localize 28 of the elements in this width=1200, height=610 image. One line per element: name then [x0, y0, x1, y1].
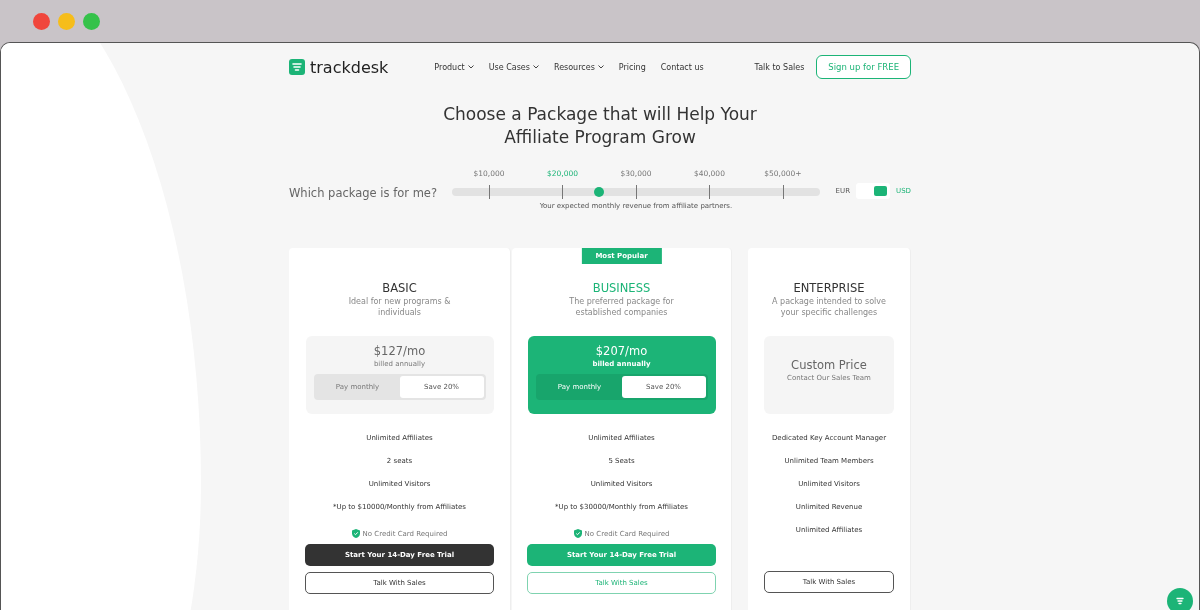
- nav-link[interactable]: Contact us: [660, 62, 704, 72]
- plan-name: ENTERPRISE: [793, 281, 865, 295]
- plan-subtitle: The preferred package for established companies: [568, 296, 675, 318]
- filter-icon: [1176, 597, 1184, 605]
- filter-button[interactable]: [1167, 588, 1193, 610]
- window-maximize-button[interactable]: [83, 12, 100, 30]
- page-title: Choose a Package that will Help Your Affiliate Program Grow: [442, 103, 758, 149]
- slider-thumb[interactable]: [594, 187, 605, 197]
- nav-link[interactable]: Product: [434, 62, 474, 72]
- package-question: Which package is for me?: [289, 186, 439, 200]
- plan-price: $207/mo: [595, 344, 648, 358]
- window-close-button[interactable]: [33, 12, 50, 30]
- plan-name: BUSINESS: [592, 281, 651, 295]
- plan-subtitle: A package intended to solve your specific challenges: [771, 296, 887, 318]
- plan-name: BASIC: [382, 281, 417, 295]
- nav-link[interactable]: Resources: [553, 62, 604, 72]
- logo-icon: [289, 59, 305, 75]
- plan-price: Custom Price: [791, 358, 867, 372]
- shield-check-icon: [351, 529, 360, 538]
- talk-to-sales-link[interactable]: Talk to Sales: [754, 62, 805, 72]
- plan-price: $127/mo: [373, 344, 426, 358]
- logo-text: trackdesk: [310, 57, 389, 77]
- currency-switch[interactable]: [856, 183, 891, 199]
- shield-check-icon: [573, 529, 582, 538]
- nav-link[interactable]: Use Cases: [488, 62, 539, 72]
- revenue-slider[interactable]: [452, 188, 820, 196]
- plan-subtitle: Ideal for new programs & individuals: [347, 296, 452, 318]
- nav-link[interactable]: Pricing: [618, 62, 646, 72]
